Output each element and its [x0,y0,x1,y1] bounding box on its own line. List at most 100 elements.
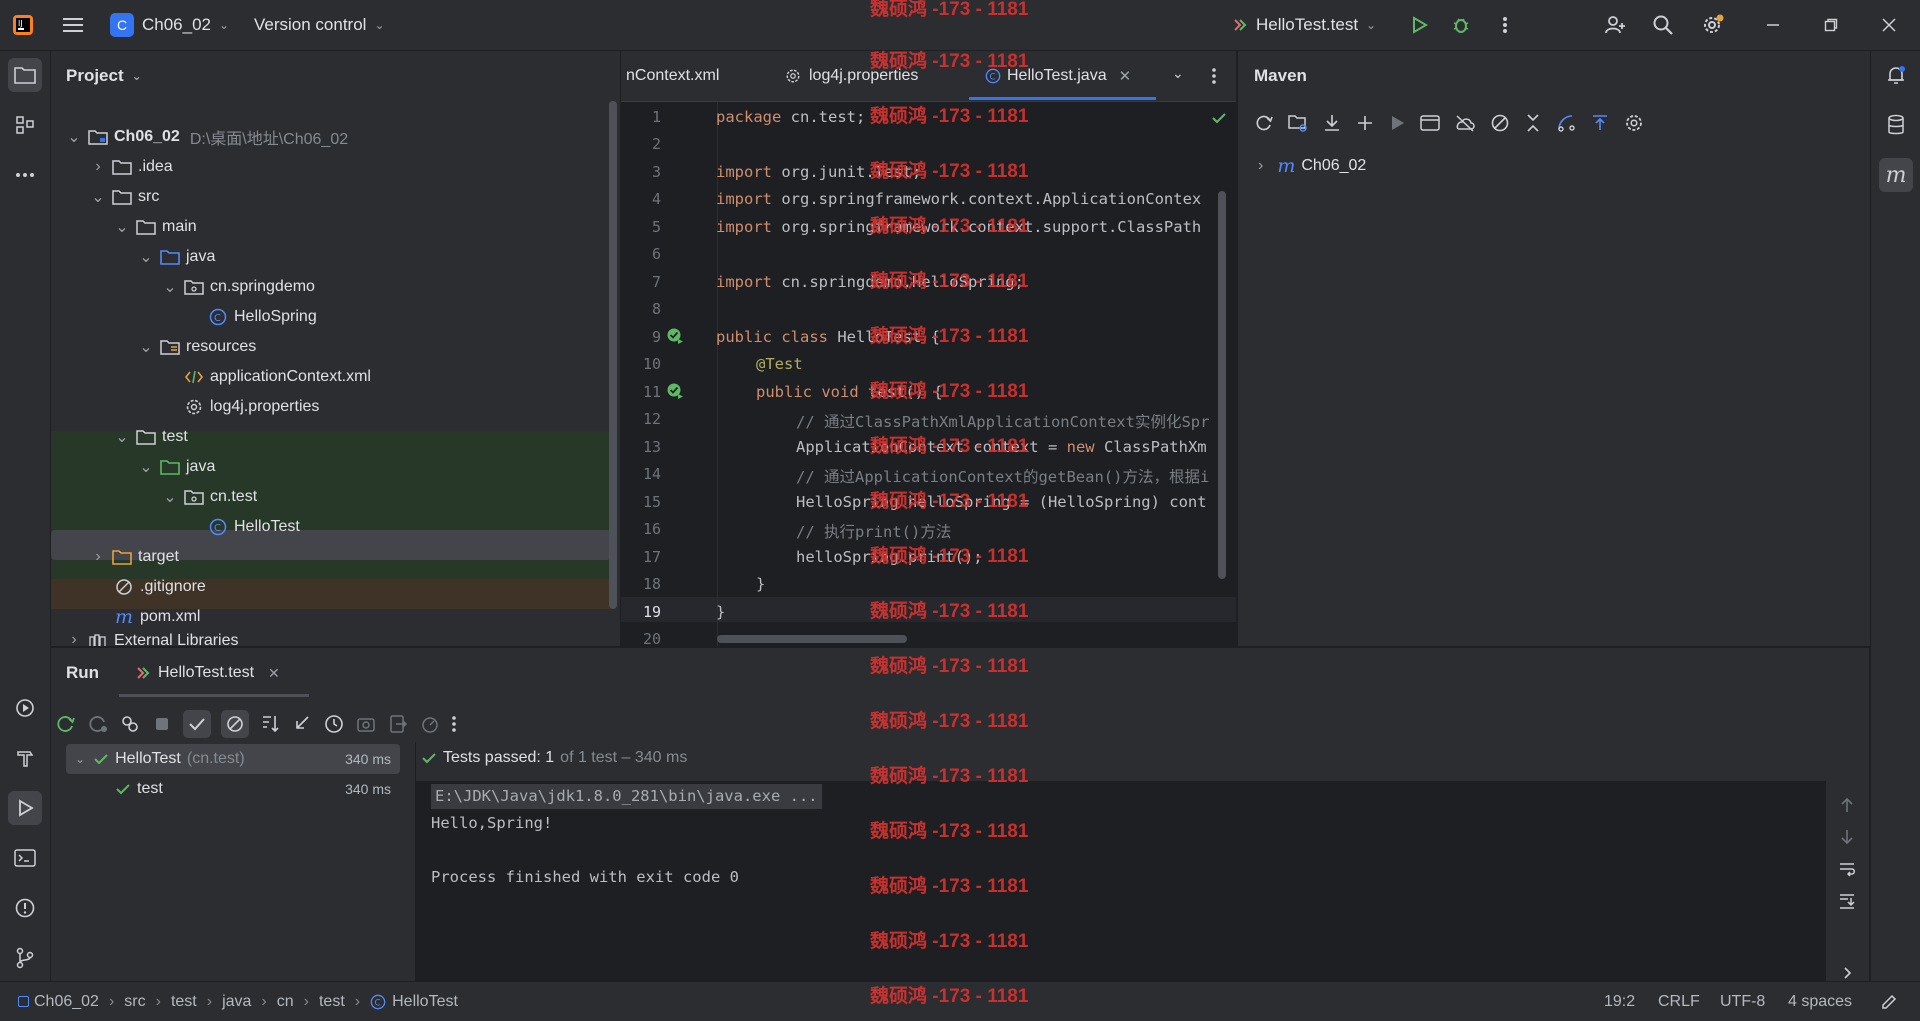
breadcrumb-item[interactable]: test [171,993,197,1011]
restore-icon[interactable] [1818,12,1844,38]
add-user-icon[interactable] [1602,12,1628,38]
sort-alphabetically-icon[interactable] [259,713,281,735]
line-separator[interactable]: CRLF [1658,982,1700,1021]
run-test-gutter-icon[interactable] [666,327,684,345]
rerun-icon[interactable] [55,713,77,735]
run-tool-icon[interactable] [8,791,42,825]
tree-item-idea[interactable]: › .idea [51,152,659,182]
run-console[interactable]: E:\JDK\Java\jdk1.8.0_281\bin\java.exe ..… [416,781,1826,981]
notifications-bell-icon[interactable] [1879,58,1913,92]
close-tab-icon[interactable]: ✕ [1119,67,1132,85]
database-icon[interactable] [1879,108,1913,142]
tree-item-main-java[interactable]: ⌄ java [51,242,707,272]
collapse-all-icon[interactable] [1524,113,1542,133]
run-more-icon[interactable] [451,715,457,733]
more-actions-icon[interactable] [1492,12,1518,38]
skip-tests-icon[interactable] [1490,113,1510,133]
close-tab-icon[interactable]: ✕ [268,665,280,682]
test-tree-row-hellotest[interactable]: ⌄ HelloTest (cn.test) 340 ms [69,744,397,774]
breadcrumb-item[interactable]: java [222,993,251,1011]
run-test-gutter-icon[interactable] [666,382,684,400]
main-menu-icon[interactable] [60,12,86,38]
offline-mode-icon[interactable] [1454,114,1476,132]
toggle-auto-test-icon[interactable] [119,713,141,735]
version-control-menu[interactable]: Version control ⌄ [254,0,385,50]
add-icon[interactable] [1356,114,1374,132]
tree-item-test-java[interactable]: ⌄ java [51,452,707,482]
breadcrumb-item[interactable]: src [124,993,145,1011]
export-icon[interactable] [387,713,409,735]
tree-item-test[interactable]: ⌄ test [51,422,683,452]
debug-icon[interactable] [1448,12,1474,38]
indent-setting[interactable]: 4 spaces [1788,982,1852,1021]
maven-project-item[interactable]: › m Ch06_02 [1258,151,1366,181]
soft-wrap-icon[interactable] [1838,860,1856,878]
minimize-icon[interactable] [1760,12,1786,38]
problems-tool-icon[interactable] [8,891,42,925]
download-icon[interactable] [1322,113,1342,133]
project-switcher[interactable]: C Ch06_02 ⌄ [110,0,229,50]
maven-settings-icon[interactable] [1624,113,1644,133]
breadcrumb-item[interactable]: Ch06_02 [34,993,99,1011]
scroll-to-end-icon[interactable] [1838,892,1856,910]
run-config-tab[interactable]: HelloTest.test ✕ [135,648,280,698]
scroll-down-icon[interactable] [1838,828,1856,846]
settings-gear-icon[interactable] [1700,12,1726,38]
tree-item-external-libraries[interactable]: › External Libraries [51,632,635,646]
project-tool-icon[interactable] [8,58,42,92]
import-tests-icon[interactable] [291,713,313,735]
screenshot-icon[interactable] [355,713,377,735]
expand-toolbar-icon[interactable] [1590,113,1610,133]
breadcrumb-item[interactable]: cn [277,993,294,1011]
right-tool-strip: m [1870,51,1920,981]
git-tool-icon[interactable] [8,941,42,975]
breadcrumb-item[interactable]: test [319,993,345,1011]
tree-item-main[interactable]: ⌄ main [51,212,683,242]
caret-position[interactable]: 19:2 [1604,982,1635,1021]
tree-item-pom-xml[interactable]: m pom.xml [51,602,683,632]
coverage-icon[interactable] [419,713,441,735]
run-maven-icon[interactable] [1388,114,1406,132]
show-dependencies-icon[interactable] [1556,113,1576,133]
project-panel-title[interactable]: Project ⌄ [66,51,142,101]
line-number: 6 [651,245,661,263]
test-tree-row-test[interactable]: test 340 ms [69,774,397,804]
run-config-selector[interactable]: HelloTest.test ⌄ [1232,0,1376,50]
breadcrumb-item[interactable]: HelloTest [392,993,458,1011]
build-hammer-icon[interactable] [8,741,42,775]
tree-item-gitignore[interactable]: .gitignore [51,572,683,602]
generate-sources-icon[interactable] [1288,113,1308,133]
editor-vertical-scrollbar[interactable] [1218,191,1226,579]
no-problems-check-icon[interactable] [1211,111,1227,125]
show-passed-toggle[interactable] [183,710,211,738]
tab-applicationcontext-xml[interactable]: nContext.xml [626,51,719,101]
rerun-failed-icon[interactable] [87,713,109,735]
scroll-up-icon[interactable] [1838,796,1856,814]
services-tool-icon[interactable] [8,691,42,725]
tabs-dropdown-icon[interactable]: ⌄ [1172,65,1184,82]
run-icon[interactable] [1406,12,1432,38]
more-tools-icon[interactable] [8,158,42,192]
console-command-line[interactable]: E:\JDK\Java\jdk1.8.0_281\bin\java.exe ..… [431,784,822,809]
file-encoding[interactable]: UTF-8 [1720,982,1765,1021]
edit-lock-icon[interactable] [1880,993,1898,1011]
maven-tool-icon[interactable]: m [1879,158,1913,192]
tabs-more-icon[interactable] [1211,67,1217,85]
tree-root-ch06-02[interactable]: ⌄ Ch06_02 D:\桌面\地址\Ch06_02 [51,122,635,152]
chevron-down-icon: ⌄ [115,429,129,446]
structure-tool-icon[interactable] [8,108,42,142]
intellij-logo-icon[interactable]: IJ [10,12,36,38]
show-ignored-toggle[interactable] [221,710,249,738]
editor-horizontal-scrollbar[interactable] [717,635,907,643]
expand-console-icon[interactable] [1838,964,1856,982]
execute-goal-icon[interactable] [1420,114,1440,132]
tree-item-target[interactable]: › target [51,542,659,572]
close-window-icon[interactable] [1876,12,1902,38]
reload-icon[interactable] [1254,113,1274,133]
tree-item-src[interactable]: ⌄ src [51,182,659,212]
terminal-tool-icon[interactable] [8,841,42,875]
stop-icon[interactable] [151,713,173,735]
history-icon[interactable] [323,713,345,735]
tree-item-resources[interactable]: ⌄ resources [51,332,707,362]
search-icon[interactable] [1650,12,1676,38]
